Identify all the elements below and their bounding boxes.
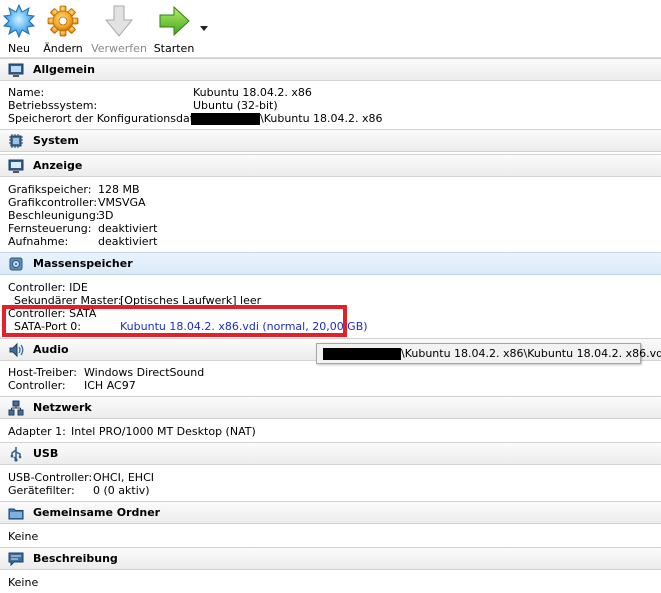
discard-arrow-down-icon [104, 5, 134, 37]
audio-host-value: Windows DirectSound [84, 366, 205, 379]
start-arrow-right-icon [159, 5, 190, 37]
audio-controller-label: Controller: [8, 379, 66, 392]
settings-button[interactable]: Ändern [42, 2, 84, 56]
red-highlight-box [2, 305, 347, 337]
display-accel-value: 3D [98, 209, 114, 222]
section-title: USB [33, 447, 59, 460]
new-label: Neu [8, 42, 30, 55]
toolbar: Neu Ändern Verwerfen Starten [0, 0, 661, 58]
usb-filter-label: Gerätefilter: [8, 484, 75, 497]
general-config-value-wrap: \Kubuntu 18.04.2. x86 [191, 112, 383, 125]
section-header-usb[interactable]: USB [0, 442, 661, 465]
usb-controller-value: OHCI, EHCI [93, 471, 154, 484]
section-header-storage[interactable]: Massenspeicher [0, 252, 661, 275]
section-title: Audio [33, 343, 69, 356]
start-label: Starten [153, 42, 195, 55]
storage-disk-icon [9, 257, 23, 271]
audio-host-label: Host-Treiber: [8, 366, 77, 379]
description-speech-bubble-icon [8, 552, 24, 567]
display-monitor-icon [8, 159, 24, 173]
audio-controller-value: ICH AC97 [84, 379, 136, 392]
audio-speaker-icon [9, 342, 24, 358]
start-dropdown-chevron-down-icon[interactable] [200, 26, 208, 31]
display-vram-label: Grafikspeicher: [8, 183, 92, 196]
section-title: Anzeige [33, 159, 83, 172]
general-config-value: \Kubuntu 18.04.2. x86 [260, 112, 383, 125]
general-config-label: Speicherort der Konfigurationsdatei: [8, 112, 208, 125]
section-header-network[interactable]: Netzwerk [0, 396, 661, 419]
redacted-path [323, 348, 401, 360]
display-controller-label: Grafikcontroller: [8, 196, 98, 209]
system-chip-icon [9, 134, 23, 148]
section-title: Allgemein [33, 63, 95, 76]
folder-icon [8, 508, 24, 520]
network-icon [8, 400, 24, 416]
discard-button[interactable]: Verwerfen [90, 2, 148, 56]
display-controller-value: VMSVGA [98, 196, 146, 209]
general-name-value: Kubuntu 18.04.2. x86 [193, 86, 312, 99]
tooltip-text: \Kubuntu 18.04.2. x86\Kubuntu 18.04.2. x… [401, 347, 661, 360]
section-header-display[interactable]: Anzeige [0, 154, 661, 177]
redacted-path [191, 113, 260, 125]
display-remote-label: Fernsteuerung: [8, 222, 92, 235]
display-remote-value: deaktiviert [98, 222, 158, 235]
section-title: System [33, 134, 79, 147]
section-title: Gemeinsame Ordner [33, 506, 161, 519]
settings-label: Ändern [43, 42, 83, 55]
usb-icon [10, 447, 22, 462]
section-header-system[interactable]: System [0, 129, 661, 152]
start-button[interactable]: Starten [152, 2, 196, 56]
section-header-description[interactable]: Beschreibung [0, 547, 661, 570]
usb-controller-label: USB-Controller: [8, 471, 93, 484]
storage-ide-controller: Controller: IDE [8, 281, 88, 294]
new-button[interactable]: Neu [2, 2, 36, 56]
general-os-label: Betriebssystem: [8, 99, 98, 112]
shared-folders-value: Keine [8, 530, 39, 543]
general-name-label: Name: [8, 86, 45, 99]
general-os-value: Ubuntu (32-bit) [193, 99, 278, 112]
display-vram-value: 128 MB [98, 183, 140, 196]
general-monitor-icon [8, 63, 24, 77]
gear-icon [47, 5, 79, 37]
network-adapter-value: Intel PRO/1000 MT Desktop (NAT) [71, 425, 256, 438]
usb-filter-value: 0 (0 aktiv) [93, 484, 150, 497]
section-title: Massenspeicher [33, 257, 133, 270]
description-value: Keine [8, 576, 39, 589]
section-header-shared-folders[interactable]: Gemeinsame Ordner [0, 501, 661, 524]
path-tooltip: \Kubuntu 18.04.2. x86\Kubuntu 18.04.2. x… [316, 343, 661, 364]
section-title: Netzwerk [33, 401, 92, 414]
display-accel-label: Beschleunigung: [8, 209, 100, 222]
network-adapter-label: Adapter 1: [8, 425, 66, 438]
new-starburst-icon [3, 4, 35, 38]
display-recording-value: deaktiviert [98, 235, 158, 248]
section-header-general[interactable]: Allgemein [0, 58, 661, 81]
display-recording-label: Aufnahme: [8, 235, 69, 248]
section-title: Beschreibung [33, 552, 118, 565]
discard-label: Verwerfen [91, 42, 147, 55]
